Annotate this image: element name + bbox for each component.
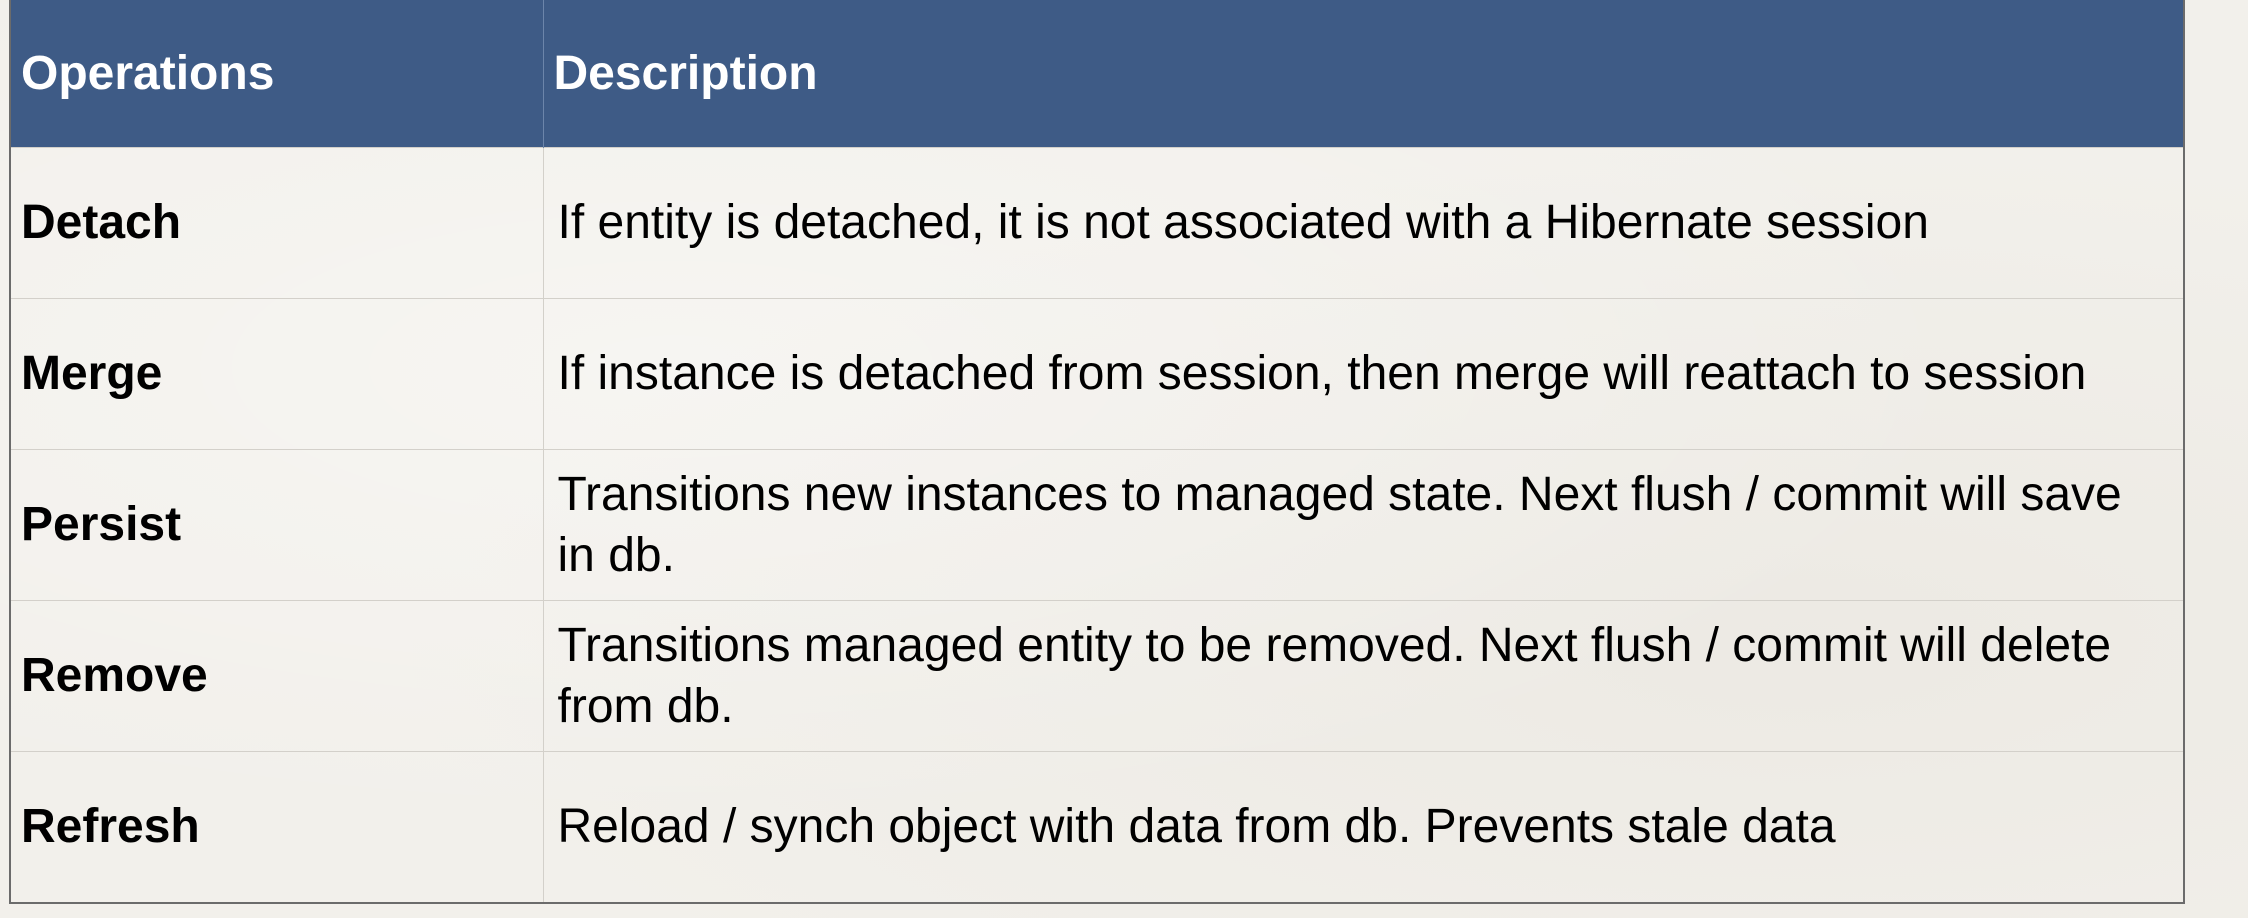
description-cell: Transitions new instances to managed sta… [543,448,2184,600]
description-cell: Reload / synch object with data from db.… [543,750,2184,903]
description-cell: Transitions managed entity to be removed… [543,599,2184,751]
header-operations: Operations [10,0,544,147]
description-cell: If entity is detached, it is not associa… [543,146,2184,298]
header-row: Operations Description [10,0,2184,147]
table-row: Remove Transitions managed entity to be … [10,599,2184,751]
operation-cell: Detach [10,146,544,298]
operation-cell: Merge [10,297,544,449]
description-cell: If instance is detached from session, th… [543,297,2184,449]
table-row: Merge If instance is detached from sessi… [10,297,2184,449]
table-row: Persist Transitions new instances to man… [10,448,2184,600]
table-row: Detach If entity is detached, it is not … [10,146,2184,298]
operation-cell: Refresh [10,750,544,903]
table-header: Operations Description [10,0,2184,147]
operation-cell: Remove [10,599,544,751]
table-row: Refresh Reload / synch object with data … [10,750,2184,903]
operation-cell: Persist [10,448,544,600]
operations-table: Operations Description Detach If entity … [9,0,2185,904]
table-body: Detach If entity is detached, it is not … [10,146,2184,903]
header-description: Description [553,46,818,100]
